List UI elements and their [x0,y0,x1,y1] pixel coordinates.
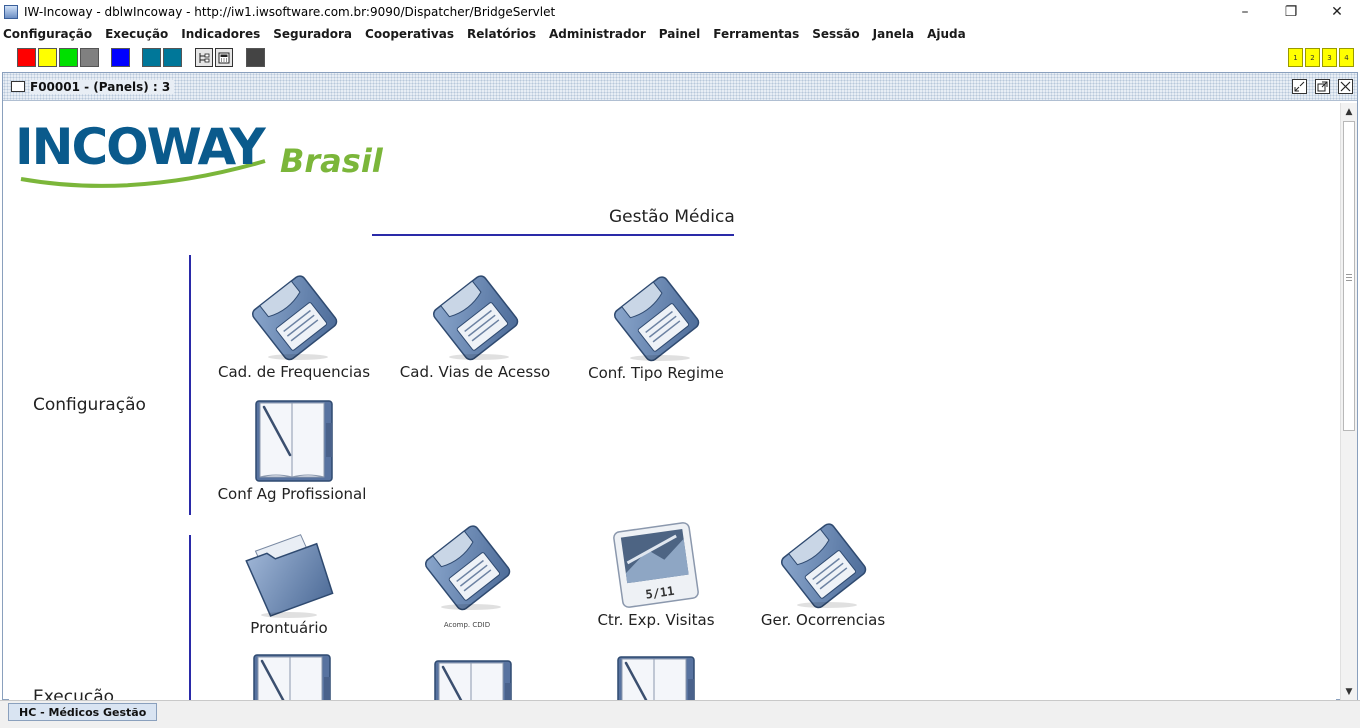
app-icon [4,5,18,19]
menu-relatorios[interactable]: Relatórios [467,27,536,41]
tile-conf-ag-profissional[interactable]: Conf Ag Profissional [207,393,377,503]
scroll-thumb[interactable] [1343,121,1355,431]
frame-minimize-button[interactable] [1292,79,1307,94]
tile-label: Ger. Ocorrencias [760,611,886,629]
tile-label: Cad. Vias de Acesso [399,363,551,381]
tile-label: Conf Ag Profissional [217,485,367,503]
floppy-disk-icon [248,271,340,363]
tile-label: Acomp. CDID [443,621,491,629]
tile-label: Ctr. Exp. Visitas [597,611,715,629]
menu-ferramentas[interactable]: Ferramentas [713,27,799,41]
floppy-disk-icon [777,519,869,611]
section-label-configuracao: Configuração [33,395,146,415]
title-bar: IW-Incoway - dblwIncoway - http://iw1.iw… [0,0,1360,24]
tile-prontuario[interactable]: Prontuário [204,527,374,637]
photo-icon: 5/11 [610,519,702,611]
tile-ger-ocorrencias[interactable]: Ger. Ocorrencias [738,519,908,629]
frame-title-bar[interactable]: F00001 - (Panels) : 3 [3,73,1357,101]
frame-close-button[interactable] [1338,79,1353,94]
menu-seguradora[interactable]: Seguradora [273,27,352,41]
teal-color-button-2[interactable] [163,48,182,67]
frame-window-icon [11,81,25,92]
section-label-execucao: Execução [33,687,115,701]
green-color-button[interactable] [59,48,78,67]
menu-configuracao[interactable]: Configuração [3,27,92,41]
floppy-disk-icon [421,521,513,613]
menu-cooperativas[interactable]: Cooperativas [365,27,454,41]
page-heading: Gestão Médica [609,207,735,227]
tile-conf-tipo-regime[interactable]: Conf. Tipo Regime [571,272,741,382]
notebook-icon [244,647,336,701]
tile-label: Cad. de Frequencias [217,363,371,381]
application-window: IW-Incoway - dblwIncoway - http://iw1.iw… [0,0,1360,728]
gray-color-button[interactable] [80,48,99,67]
menu-indicadores[interactable]: Indicadores [181,27,260,41]
frame-maximize-button[interactable] [1315,79,1330,94]
menu-ajuda[interactable]: Ajuda [927,27,966,41]
yellow-color-button[interactable] [38,48,57,67]
notebook-icon [425,653,517,701]
tile-label: Prontuário [250,619,328,637]
dark-color-button[interactable] [246,48,265,67]
tile-label: Conf. Tipo Regime [588,364,724,382]
red-color-button[interactable] [17,48,36,67]
tile-ctr-exp-visitas[interactable]: 5/11 Ctr. Exp. Visitas [571,519,741,629]
logo-text: INCOWAY [15,118,266,176]
taskbar-item[interactable]: HC - Médicos Gestão [8,703,158,721]
frame-title: F00001 - (Panels) : 3 [30,79,175,94]
close-button[interactable]: ✕ [1314,0,1360,24]
quick-button-1[interactable]: 1 [1288,48,1303,67]
tile-execucao-notebook-1[interactable] [205,647,375,701]
incoway-brasil-logo: INCOWAY Brasil [15,117,395,193]
window-title: IW-Incoway - dblwIncoway - http://iw1.iw… [24,5,556,19]
quick-button-4[interactable]: 4 [1339,48,1354,67]
logo-subtext: Brasil [280,142,383,180]
status-bar: HC - Médicos Gestão [0,700,1360,728]
panel-content: INCOWAY Brasil Gestão Médica Configuraçã… [9,103,1336,701]
tile-execucao-notebook-3[interactable] [569,649,739,701]
tile-acomp-cdid[interactable]: Acomp. CDID [382,521,552,629]
floppy-disk-icon [429,271,521,363]
heading-underline [372,234,734,236]
tile-cad-frequencias[interactable]: Cad. de Frequencias [209,271,379,381]
toolbar: 1 2 3 4 [0,44,1360,70]
scroll-up-icon[interactable]: ▲ [1341,104,1357,120]
menu-execucao[interactable]: Execução [105,27,168,41]
calculator-icon[interactable] [215,48,233,67]
blue-color-button[interactable] [111,48,130,67]
teal-color-button[interactable] [142,48,161,67]
menu-sessao[interactable]: Sessão [812,27,859,41]
tree-icon[interactable] [195,48,213,67]
menu-janela[interactable]: Janela [873,27,914,41]
tile-execucao-notebook-2[interactable] [386,653,556,701]
menu-administrador[interactable]: Administrador [549,27,646,41]
notebook-icon [608,649,700,701]
menu-bar: Configuração Execução Indicadores Segura… [0,24,1360,44]
notebook-icon [246,393,338,485]
restore-button[interactable]: ❐ [1268,0,1314,24]
section-divider-configuracao [189,255,191,515]
quick-button-2[interactable]: 2 [1305,48,1320,67]
section-divider-execucao [189,535,191,701]
vertical-scrollbar[interactable]: ▲ ▼ [1340,103,1357,701]
internal-frame: F00001 - (Panels) : 3 INCOWAY Brasil Ges… [2,72,1358,701]
minimize-button[interactable]: – [1222,0,1268,24]
tile-cad-vias-acesso[interactable]: Cad. Vias de Acesso [390,271,560,381]
scroll-down-icon[interactable]: ▼ [1341,684,1357,700]
menu-painel[interactable]: Painel [659,27,700,41]
quick-button-3[interactable]: 3 [1322,48,1337,67]
folder-icon [243,527,335,619]
floppy-disk-icon [610,272,702,364]
